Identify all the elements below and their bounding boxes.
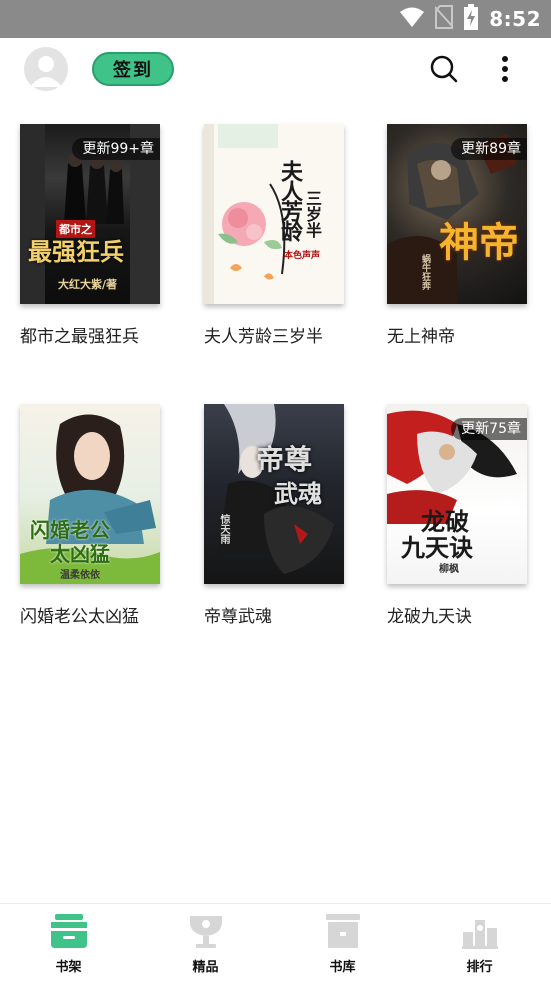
trophy-icon bbox=[189, 916, 222, 948]
cover-author: 大红大紫/著 bbox=[58, 278, 118, 291]
battery-charging-icon bbox=[463, 4, 479, 34]
cover-author: 温柔依依 bbox=[60, 570, 100, 581]
update-badge: 更新89章 bbox=[451, 138, 527, 160]
cover-title: 最强狂兵 bbox=[28, 237, 124, 266]
cover-subtitle: 九天诀 bbox=[401, 533, 473, 562]
search-button[interactable] bbox=[428, 53, 460, 85]
book-cover-image: 帝尊 武魂 惊天雨 bbox=[204, 404, 344, 584]
cover-author: 本色声声 bbox=[284, 251, 321, 261]
book-title[interactable]: 夫人芳龄三岁半 bbox=[204, 322, 384, 347]
book-cover[interactable]: 帝尊 武魂 惊天雨 bbox=[204, 404, 344, 584]
cover-subtitle: 三岁半 bbox=[303, 190, 322, 238]
cover-title: 神帝 bbox=[439, 219, 519, 266]
book-title[interactable]: 都市之最强狂兵 bbox=[20, 322, 200, 347]
book-title[interactable]: 龙破九天诀 bbox=[387, 602, 551, 627]
update-badge: 更新75章 bbox=[451, 418, 527, 440]
book-cover[interactable]: 闪婚老公 太凶猛 温柔依依 bbox=[20, 404, 160, 584]
nav-label: 书架 bbox=[55, 960, 82, 975]
avatar[interactable] bbox=[24, 47, 68, 91]
avatar-icon bbox=[30, 56, 62, 87]
book-title[interactable]: 帝尊武魂 bbox=[204, 602, 384, 627]
cover-subtitle: 武魂 bbox=[274, 479, 322, 508]
nav-label: 书库 bbox=[329, 960, 356, 975]
status-icons: 8:52 bbox=[399, 4, 541, 34]
top-app-bar: 签到 bbox=[0, 38, 551, 100]
book-cover[interactable]: 龙破 九天诀 柳枫 更新75章 bbox=[387, 404, 527, 584]
cover-author: 柳枫 bbox=[439, 564, 459, 575]
ranking-icon bbox=[461, 920, 498, 949]
library-icon bbox=[325, 914, 360, 948]
more-options-button[interactable] bbox=[493, 53, 517, 85]
book-cover[interactable]: 都市之 最强狂兵 大红大紫/著 更新99+章 bbox=[20, 124, 160, 304]
nav-tab-premium[interactable]: 精品 bbox=[137, 904, 274, 981]
cover-title: 帝尊 bbox=[256, 443, 313, 476]
status-bar: 8:52 bbox=[0, 0, 551, 38]
more-vertical-icon bbox=[502, 56, 508, 82]
nav-tab-bookshelf[interactable]: 书架 bbox=[0, 904, 137, 981]
book-title[interactable]: 无上神帝 bbox=[387, 322, 551, 347]
cover-subtitle: 太凶猛 bbox=[50, 542, 110, 566]
cover-author: 惊天雨 bbox=[218, 514, 229, 544]
book-cover-image: 闪婚老公 太凶猛 温柔依依 bbox=[20, 404, 160, 584]
book-cover[interactable]: 神帝 蜗牛狂奔 更新89章 bbox=[387, 124, 527, 304]
status-time: 8:52 bbox=[489, 7, 541, 31]
bottom-navigation: 书架 精品 书库 排行 bbox=[0, 903, 551, 981]
book-cover-image: 夫人芳龄 三岁半 本色声声 bbox=[204, 124, 344, 304]
bookshelf-icon bbox=[50, 914, 87, 948]
nav-label: 排行 bbox=[466, 960, 493, 975]
book-title[interactable]: 闪婚老公太凶猛 bbox=[20, 602, 200, 627]
no-sim-icon bbox=[434, 5, 454, 33]
update-badge: 更新99+章 bbox=[72, 138, 160, 160]
search-icon bbox=[430, 55, 458, 83]
nav-tab-ranking[interactable]: 排行 bbox=[411, 904, 548, 981]
wifi-icon bbox=[399, 6, 425, 32]
checkin-button[interactable]: 签到 bbox=[92, 52, 174, 86]
nav-tab-library[interactable]: 书库 bbox=[274, 904, 411, 981]
book-cover[interactable]: 夫人芳龄 三岁半 本色声声 bbox=[204, 124, 344, 304]
nav-label: 精品 bbox=[192, 960, 219, 975]
cover-author: 蜗牛狂奔 bbox=[420, 254, 430, 290]
